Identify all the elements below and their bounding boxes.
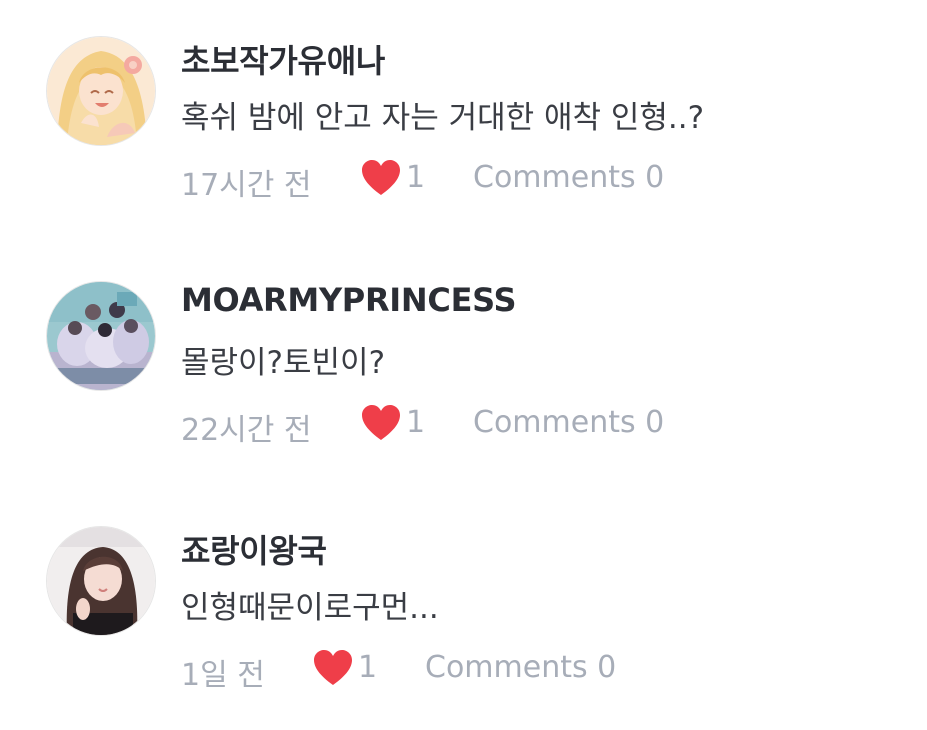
comment-item: MOARMYPRINCESS 몰랑이?토빈이? 22시간 전 1 Comment… [0, 245, 927, 448]
comment-time: 1일 전 [181, 658, 265, 693]
avatar[interactable] [47, 37, 155, 145]
comment-text: 혹쉬 밤에 안고 자는 거대한 애착 인형..? [181, 100, 705, 136]
like-count: 1 [358, 650, 378, 685]
comment-text: 인형때문이로구먼... [181, 590, 439, 626]
heart-icon[interactable] [361, 404, 401, 442]
avatar-image [47, 527, 155, 635]
comments-link[interactable]: Comments 0 [425, 650, 616, 685]
avatar[interactable] [47, 527, 155, 635]
comment-username[interactable]: MOARMYPRINCESS [181, 281, 517, 319]
comment-username[interactable]: 초보작가유애나 [181, 36, 385, 82]
comments-link[interactable]: Comments 0 [473, 160, 664, 195]
heart-icon[interactable] [361, 159, 401, 197]
comment-text: 몰랑이?토빈이? [181, 345, 386, 381]
comment-time: 22시간 전 [181, 413, 312, 448]
avatar-image [47, 37, 155, 145]
comment-item: 죠랑이왕국 인형때문이로구먼... 1일 전 1 Comments 0 [0, 490, 927, 693]
like-count: 1 [406, 405, 426, 440]
avatar[interactable] [47, 282, 155, 390]
like-count: 1 [406, 160, 426, 195]
comments-link[interactable]: Comments 0 [473, 405, 664, 440]
heart-icon[interactable] [313, 649, 353, 687]
comment-username[interactable]: 죠랑이왕국 [181, 526, 327, 572]
comment-item: 초보작가유애나 혹쉬 밤에 안고 자는 거대한 애착 인형..? 17시간 전 … [0, 0, 927, 203]
avatar-image [47, 282, 155, 390]
comment-time: 17시간 전 [181, 168, 312, 203]
